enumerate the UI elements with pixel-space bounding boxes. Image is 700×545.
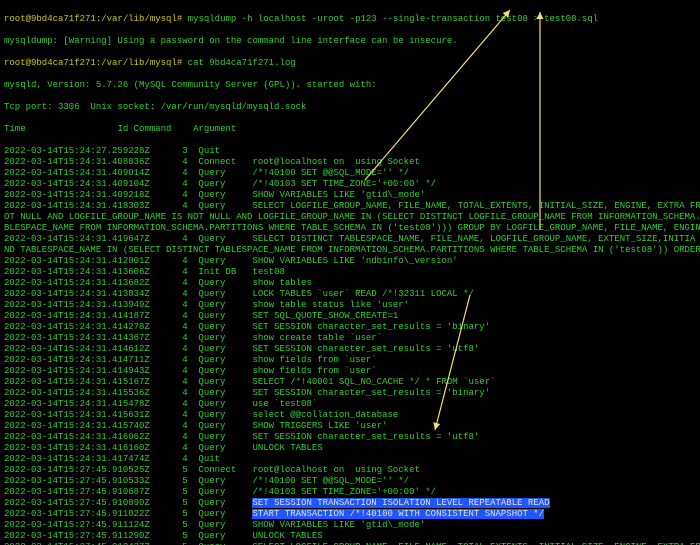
log-argument: SELECT LOGFILE_GROUP_NAME, FILE_NAME, TO…: [252, 201, 700, 211]
prompt-user-host: root@9bd4ca71f271: [4, 14, 96, 24]
log-row: 2022-03-14T15:24:31.414187Z 4 Query SET …: [4, 311, 696, 322]
log-row: 2022-03-14T15:24:31.414943Z 4 Query show…: [4, 366, 696, 377]
banner-line: Tcp port: 3306 Unix socket: /var/run/mys…: [4, 102, 696, 113]
log-argument: root@localhost on using Socket: [252, 465, 419, 475]
log-argument: UNLOCK TABLES: [252, 443, 322, 453]
log-argument: show fields from `user`: [252, 366, 376, 376]
log-row: 2022-03-14T15:24:31.416160Z 4 Query UNLO…: [4, 443, 696, 454]
log-argument: SELECT DISTINCT TABLESPACE_NAME, FILE_NA…: [252, 234, 695, 244]
log-row: 2022-03-14T15:24:31.415478Z 4 Query use …: [4, 399, 696, 410]
log-row: 2022-03-14T15:24:31.413606Z 4 Init DB te…: [4, 267, 696, 278]
log-row: 2022-03-14T15:24:31.409014Z 4 Query /*!4…: [4, 168, 696, 179]
log-row: 2022-03-14T15:24:31.417474Z 4 Quit: [4, 454, 696, 465]
log-argument: SET SESSION character_set_results = 'utf…: [252, 432, 479, 442]
log-row: 2022-03-14T15:24:31.413834Z 4 Query LOCK…: [4, 289, 696, 300]
log-argument: SET SQL_QUOTE_SHOW_CREATE=1: [252, 311, 398, 321]
log-argument: SHOW TRIGGERS LIKE 'user': [252, 421, 387, 431]
log-argument: /*!40103 SET TIME_ZONE='+00:00' */: [252, 487, 436, 497]
log-row: 2022-03-14T15:24:31.414278Z 4 Query SET …: [4, 322, 696, 333]
log-wrap-line: ND TABLESPACE_NAME IN (SELECT DISTINCT T…: [4, 245, 696, 256]
log-wrap-line: OT NULL AND LOGFILE_GROUP_NAME IS NOT NU…: [4, 212, 696, 223]
log-argument: SET SESSION character_set_results = 'bin…: [252, 322, 490, 332]
log-row: 2022-03-14T15:24:27.259228Z 3 Quit: [4, 146, 696, 157]
log-row: 2022-03-14T15:24:31.419647Z 4 Query SELE…: [4, 234, 696, 245]
log-row: 2022-03-14T15:27:45.910533Z 5 Query /*!4…: [4, 476, 696, 487]
log-row: 2022-03-14T15:24:31.414367Z 4 Query show…: [4, 333, 696, 344]
warning-line: mysqldump: [Warning] Using a password on…: [4, 36, 696, 47]
log-argument: show create table `user`: [252, 333, 382, 343]
log-row: 2022-03-14T15:24:31.416062Z 4 Query SET …: [4, 432, 696, 443]
log-wrap-line: BLESPACE_NAME FROM INFORMATION_SCHEMA.PA…: [4, 223, 696, 234]
log-argument: START TRANSACTION /*!40100 WITH CONSISTE…: [252, 509, 544, 519]
log-row: 2022-03-14T15:24:31.418303Z 4 Query SELE…: [4, 201, 696, 212]
log-row: 2022-03-14T15:24:31.415536Z 4 Query SET …: [4, 388, 696, 399]
log-row: 2022-03-14T15:24:31.415740Z 4 Query SHOW…: [4, 421, 696, 432]
log-row: 2022-03-14T15:24:31.409104Z 4 Query /*!4…: [4, 179, 696, 190]
log-argument: LOCK TABLES `user` READ /*!32311 LOCAL *…: [252, 289, 473, 299]
log-row: 2022-03-14T15:27:45.911290Z 5 Query UNLO…: [4, 531, 696, 542]
log-row: 2022-03-14T15:27:45.910687Z 5 Query /*!4…: [4, 487, 696, 498]
log-row: 2022-03-14T15:24:31.414612Z 4 Query SET …: [4, 344, 696, 355]
log-argument: /*!40103 SET TIME_ZONE='+00:00' */: [252, 179, 436, 189]
log-row: 2022-03-14T15:27:45.911022Z 5 Query STAR…: [4, 509, 696, 520]
log-argument: SET SESSION character_set_results = 'bin…: [252, 388, 490, 398]
log-argument: show table status like 'user': [252, 300, 409, 310]
log-header: Time Id Command Argument: [4, 124, 696, 135]
log-argument: /*!40100 SET @@SQL_MODE='' */: [252, 168, 409, 178]
log-row: 2022-03-14T15:24:31.413682Z 4 Query show…: [4, 278, 696, 289]
log-argument: /*!40100 SET @@SQL_MODE='' */: [252, 476, 409, 486]
log-argument: select @@collation_database: [252, 410, 398, 420]
command-input: cat 9bd4ca71f271.log: [188, 58, 296, 68]
terminal-output[interactable]: root@9bd4ca71f271:/var/lib/mysql# mysqld…: [0, 0, 700, 545]
log-argument: use `test08`: [252, 399, 317, 409]
log-argument: test08: [252, 267, 284, 277]
log-argument: SELECT /*!40001 SQL_NO_CACHE */ * FROM `…: [252, 377, 495, 387]
log-row: 2022-03-14T15:24:31.414711Z 4 Query show…: [4, 355, 696, 366]
log-row: 2022-03-14T15:27:45.910525Z 5 Connect ro…: [4, 465, 696, 476]
log-row: 2022-03-14T15:24:31.409218Z 4 Query SHOW…: [4, 190, 696, 201]
banner-line: mysqld, Version: 5.7.26 (MySQL Community…: [4, 80, 696, 91]
command-input: mysqldump -h localhost -uroot -p123 --si…: [188, 14, 598, 24]
log-row: 2022-03-14T15:24:31.415167Z 4 Query SELE…: [4, 377, 696, 388]
log-argument: SHOW VARIABLES LIKE 'gtid\_mode': [252, 520, 425, 530]
log-row: 2022-03-14T15:24:31.412801Z 4 Query SHOW…: [4, 256, 696, 267]
log-argument: show tables: [252, 278, 311, 288]
log-row: 2022-03-14T15:27:45.911124Z 5 Query SHOW…: [4, 520, 696, 531]
log-row: 2022-03-14T15:24:31.415631Z 4 Query sele…: [4, 410, 696, 421]
log-argument: SHOW VARIABLES LIKE 'ndbinfo\_version': [252, 256, 457, 266]
log-argument: SHOW VARIABLES LIKE 'gtid\_mode': [252, 190, 425, 200]
log-argument: root@localhost on using Socket: [252, 157, 419, 167]
log-argument: SET SESSION TRANSACTION ISOLATION LEVEL …: [252, 498, 549, 508]
prompt-path: /var/lib/mysql: [101, 14, 177, 24]
log-argument: show fields from `user`: [252, 355, 376, 365]
log-argument: UNLOCK TABLES: [252, 531, 322, 541]
log-row: 2022-03-14T15:24:31.408836Z 4 Connect ro…: [4, 157, 696, 168]
prompt-sep: #: [177, 14, 182, 24]
log-row: 2022-03-14T15:27:45.910890Z 5 Query SET …: [4, 498, 696, 509]
log-row: 2022-03-14T15:24:31.413949Z 4 Query show…: [4, 300, 696, 311]
log-argument: SET SESSION character_set_results = 'utf…: [252, 344, 479, 354]
